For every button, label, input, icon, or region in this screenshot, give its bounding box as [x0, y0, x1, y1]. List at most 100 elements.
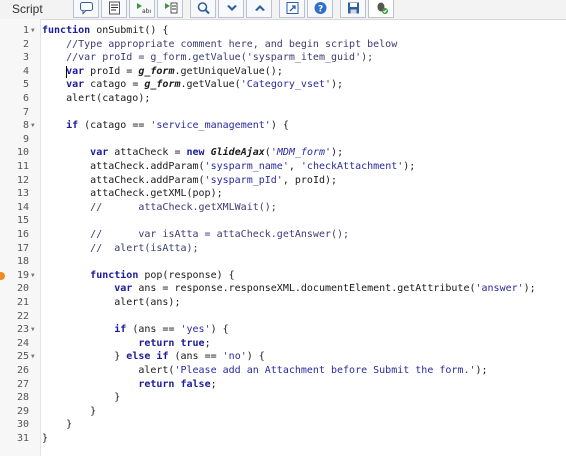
code-text: }	[42, 433, 49, 444]
code-text: var proId = g_form.getUniqueValue();	[66, 65, 283, 77]
svg-text:abc: abc	[142, 8, 151, 15]
replace-all-icon	[165, 2, 178, 14]
code-line[interactable]: 16 // var isAtta = attaCheck.getAnswer()…	[0, 228, 566, 242]
code-line[interactable]: 1 ▼ function onSubmit() {	[0, 24, 566, 38]
floppy-disk-icon	[348, 2, 359, 14]
fold-arrow-icon[interactable]: ▼	[31, 323, 35, 337]
code-line[interactable]: 11 attaCheck.addParam('sysparm_name', 'c…	[0, 160, 566, 174]
code-text: var attaCheck = new GlideAjax('MDM_form'…	[90, 147, 344, 159]
line-number: 1	[22, 25, 29, 36]
code-text: return true;	[138, 337, 211, 349]
speech-bubble-icon	[80, 2, 93, 15]
code-line[interactable]: 17 // alert(isAtta);	[0, 242, 566, 256]
document-lines-icon	[109, 1, 120, 15]
code-text: // var isAtta = attaCheck.getAnswer();	[90, 229, 350, 240]
line-number: 7	[22, 106, 29, 118]
fold-arrow-icon[interactable]: ▼	[31, 350, 35, 364]
line-number: 8	[22, 120, 29, 132]
chevron-up-icon	[255, 5, 265, 11]
code-line[interactable]: 13 attaCheck.getXML(pop);	[0, 187, 566, 201]
expand-icon	[286, 2, 299, 14]
code-line[interactable]: 3 //var proId = g_form.getValue('sysparm…	[0, 51, 566, 65]
code-line[interactable]: 5 var catago = g_form.getValue('Category…	[0, 78, 566, 92]
magnifier-icon	[197, 2, 210, 15]
code-text: // attaCheck.getXMLWait();	[90, 201, 277, 213]
next-button[interactable]	[218, 0, 244, 18]
line-number: 20	[16, 283, 29, 295]
line-number: 29	[16, 405, 29, 417]
code-line[interactable]: 15	[0, 214, 566, 228]
code-line[interactable]: 26 alert('Please add an Attachment befor…	[0, 364, 566, 378]
line-number: 16	[16, 229, 29, 240]
code-text: }	[42, 405, 97, 417]
replace-button[interactable]: abc	[129, 0, 155, 18]
code-text: function onSubmit() {	[42, 25, 169, 36]
line-number: 21	[16, 297, 29, 308]
line-number: 26	[16, 365, 29, 376]
code-line[interactable]: 6 alert(catago);	[0, 92, 566, 106]
help-icon: ?	[314, 2, 327, 15]
code-line[interactable]: 28 }	[0, 391, 566, 405]
code-line[interactable]: 22	[0, 310, 566, 324]
code-line[interactable]: 10 var attaCheck = new GlideAjax('MDM_fo…	[0, 146, 566, 160]
code-text: alert('Please add an Attachment before S…	[42, 365, 488, 376]
code-line[interactable]: 8 ▼ if (catago == 'service_management') {	[0, 119, 566, 133]
code-line[interactable]: 4 var proId = g_form.getUniqueValue();	[0, 65, 566, 79]
svg-text:?: ?	[318, 5, 323, 15]
script-field-label: Script	[12, 2, 43, 16]
code-text: alert(ans);	[42, 297, 181, 308]
code-text: //Type appropriate comment here, and beg…	[66, 38, 398, 50]
replace-all-button[interactable]	[157, 0, 183, 18]
line-number: 24	[16, 337, 29, 349]
line-number: 25	[16, 351, 29, 363]
previous-button[interactable]	[246, 0, 272, 18]
line-number: 4	[22, 65, 29, 77]
code-text: return false;	[138, 378, 217, 390]
code-line[interactable]: 7	[0, 106, 566, 120]
code-line[interactable]: 23 ▼ if (ans == 'yes') {	[0, 323, 566, 337]
fullscreen-button[interactable]	[279, 0, 305, 18]
line-number: 23	[16, 324, 29, 336]
code-line[interactable]: 21 alert(ans);	[0, 296, 566, 310]
code-text: attaCheck.addParam('sysparm_pId', proId)…	[42, 174, 338, 186]
line-number: 17	[16, 242, 29, 254]
code-line[interactable]: 27 return false;	[0, 378, 566, 392]
code-line[interactable]: 9	[0, 133, 566, 147]
code-text: }	[42, 419, 73, 431]
line-number: 18	[16, 256, 29, 268]
help-button[interactable]: ?	[307, 0, 333, 18]
line-number: 22	[16, 310, 29, 322]
code-line[interactable]: 25 ▼ } else if (ans == 'no') {	[0, 350, 566, 364]
code-line[interactable]: 12 attaCheck.addParam('sysparm_pId', pro…	[0, 174, 566, 188]
save-button[interactable]	[340, 0, 366, 18]
code-line[interactable]: 31}	[0, 432, 566, 446]
format-code-button[interactable]	[101, 0, 127, 18]
editor-toolbar: Script abc ?	[0, 0, 566, 20]
code-line[interactable]: 14 // attaCheck.getXMLWait();	[0, 201, 566, 215]
code-line[interactable]: 2 //Type appropriate comment here, and b…	[0, 38, 566, 52]
line-number: 12	[16, 174, 29, 186]
code-text: var ans = response.responseXML.documentE…	[114, 283, 536, 295]
code-line[interactable]: 18	[0, 255, 566, 269]
fold-arrow-icon[interactable]: ▼	[31, 119, 35, 133]
toggle-comment-button[interactable]	[73, 0, 99, 18]
chevron-down-icon	[227, 5, 237, 11]
code-line[interactable]: 19 ▼ function pop(response) {	[0, 269, 566, 283]
code-line[interactable]: 30 }	[0, 418, 566, 432]
code-line[interactable]: 20 var ans = response.responseXML.docume…	[0, 282, 566, 296]
line-number: 14	[16, 201, 29, 213]
fold-arrow-icon[interactable]: ▼	[31, 269, 35, 283]
fold-arrow-icon[interactable]: ▼	[31, 24, 35, 38]
line-number: 30	[16, 419, 29, 431]
bug-check-icon	[377, 2, 388, 14]
code-text: var catago = g_form.getValue('Category_v…	[66, 79, 344, 91]
line-number: 15	[16, 215, 29, 227]
script-debugger-button[interactable]	[368, 0, 394, 18]
code-text: // alert(isAtta);	[90, 242, 199, 254]
line-number: 27	[16, 378, 29, 390]
search-button[interactable]	[190, 0, 216, 18]
code-text: //var proId = g_form.getValue('sysparm_i…	[66, 52, 374, 64]
code-line[interactable]: 29 }	[0, 405, 566, 419]
code-line[interactable]: 24 return true;	[0, 337, 566, 351]
line-number: 9	[22, 133, 29, 145]
